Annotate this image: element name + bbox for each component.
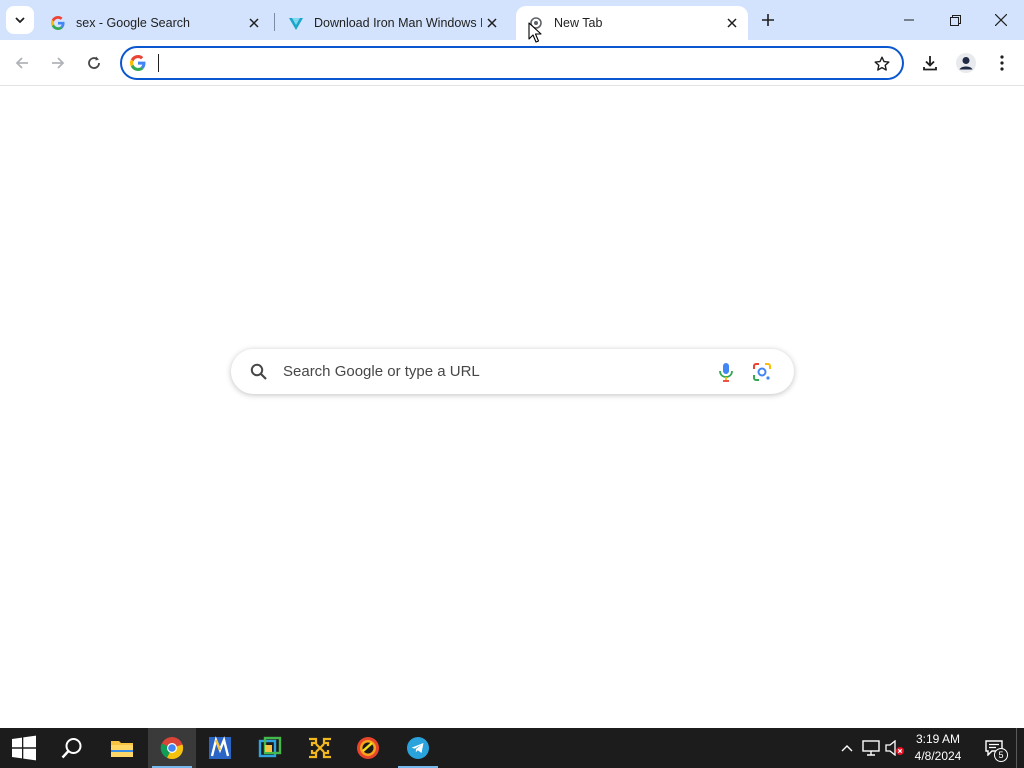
taskbar-file-explorer[interactable] (98, 728, 146, 768)
clock-date: 4/8/2024 (914, 749, 962, 763)
mouse-cursor-icon (528, 22, 542, 43)
tab-download-iron-man[interactable]: Download Iron Man Windows I (276, 6, 508, 40)
menu-button[interactable] (988, 49, 1016, 77)
google-lens-icon[interactable] (751, 361, 773, 383)
telegram-icon (407, 737, 429, 759)
start-icon (12, 735, 36, 761)
close-icon (249, 18, 259, 28)
download-site-icon (288, 15, 304, 31)
minimize-button[interactable] (886, 0, 932, 40)
close-tab-button[interactable] (482, 13, 502, 33)
google-g-icon (130, 55, 146, 71)
restore-button[interactable] (932, 0, 978, 40)
tab-title: sex - Google Search (76, 16, 190, 30)
volume-status[interactable] (884, 728, 906, 768)
chevron-down-icon (15, 17, 25, 24)
address-input[interactable] (156, 53, 856, 73)
windows-taskbar: 3:19 AM 4/8/2024 5 (0, 728, 1024, 768)
taskbar-chrome[interactable] (148, 728, 196, 768)
close-window-button[interactable] (978, 0, 1024, 40)
forward-button[interactable] (44, 49, 72, 77)
downloads-button[interactable] (916, 49, 944, 77)
arrow-right-icon (52, 57, 65, 69)
bookmark-button[interactable] (872, 54, 892, 74)
download-icon (923, 56, 937, 71)
ntp-search-placeholder: Search Google or type a URL (283, 363, 480, 380)
taskbar-telegram[interactable] (394, 728, 442, 768)
taskbar-app-yellow[interactable] (296, 728, 344, 768)
close-icon (487, 18, 497, 28)
taskbar-app-m[interactable] (196, 728, 244, 768)
close-icon (995, 14, 1007, 26)
chevron-up-icon (841, 745, 853, 752)
tab-new-tab[interactable]: New Tab (516, 6, 748, 40)
notification-center-button[interactable]: 5 (980, 728, 1008, 768)
tab-strip: sex - Google Search Download Iron Man Wi… (0, 0, 1024, 40)
close-icon (727, 18, 737, 28)
address-bar[interactable] (120, 46, 904, 80)
text-caret (158, 54, 159, 72)
tab-separator (274, 13, 275, 31)
tab-title: New Tab (554, 16, 603, 30)
avatar-icon (956, 53, 976, 73)
reload-button[interactable] (80, 49, 108, 77)
app-green-icon (258, 736, 282, 758)
browser-toolbar (0, 40, 1024, 86)
profile-button[interactable] (952, 49, 980, 77)
volume-muted-icon (885, 740, 904, 756)
taskbar-app-green[interactable] (246, 728, 294, 768)
tab-google-search[interactable]: sex - Google Search (38, 6, 270, 40)
back-button[interactable] (8, 49, 36, 77)
notification-badge: 5 (994, 748, 1008, 762)
new-tab-button[interactable] (756, 8, 780, 32)
minimize-icon (904, 19, 914, 21)
start-button[interactable] (0, 728, 48, 768)
tray-overflow-button[interactable] (838, 728, 856, 768)
restore-icon (949, 14, 961, 26)
chrome-icon (160, 737, 184, 760)
ntp-search-box[interactable]: Search Google or type a URL (231, 349, 794, 394)
clock-time: 3:19 AM (915, 732, 961, 746)
app-orange-icon (357, 737, 379, 759)
google-g-icon (50, 15, 66, 31)
show-desktop-button[interactable] (1016, 728, 1024, 768)
network-status[interactable] (860, 728, 882, 768)
kebab-menu-icon (1000, 55, 1004, 71)
network-icon (862, 740, 880, 756)
taskbar-app-orange[interactable] (344, 728, 392, 768)
search-icon (250, 363, 267, 380)
tab-search-button[interactable] (6, 6, 34, 34)
arrow-left-icon (15, 57, 28, 69)
tab-title: Download Iron Man Windows I (314, 16, 482, 30)
star-icon (874, 56, 890, 71)
plus-icon (762, 14, 774, 26)
taskbar-search-button[interactable] (48, 728, 96, 768)
search-icon (61, 738, 82, 759)
close-tab-button[interactable] (244, 13, 264, 33)
microphone-icon[interactable] (715, 361, 737, 383)
close-tab-button[interactable] (722, 13, 742, 33)
app-yellow-icon (309, 737, 331, 759)
app-m-icon (209, 736, 231, 759)
reload-icon (88, 56, 100, 69)
taskbar-clock[interactable]: 3:19 AM 4/8/2024 (906, 731, 970, 765)
file-explorer-icon (111, 741, 133, 757)
